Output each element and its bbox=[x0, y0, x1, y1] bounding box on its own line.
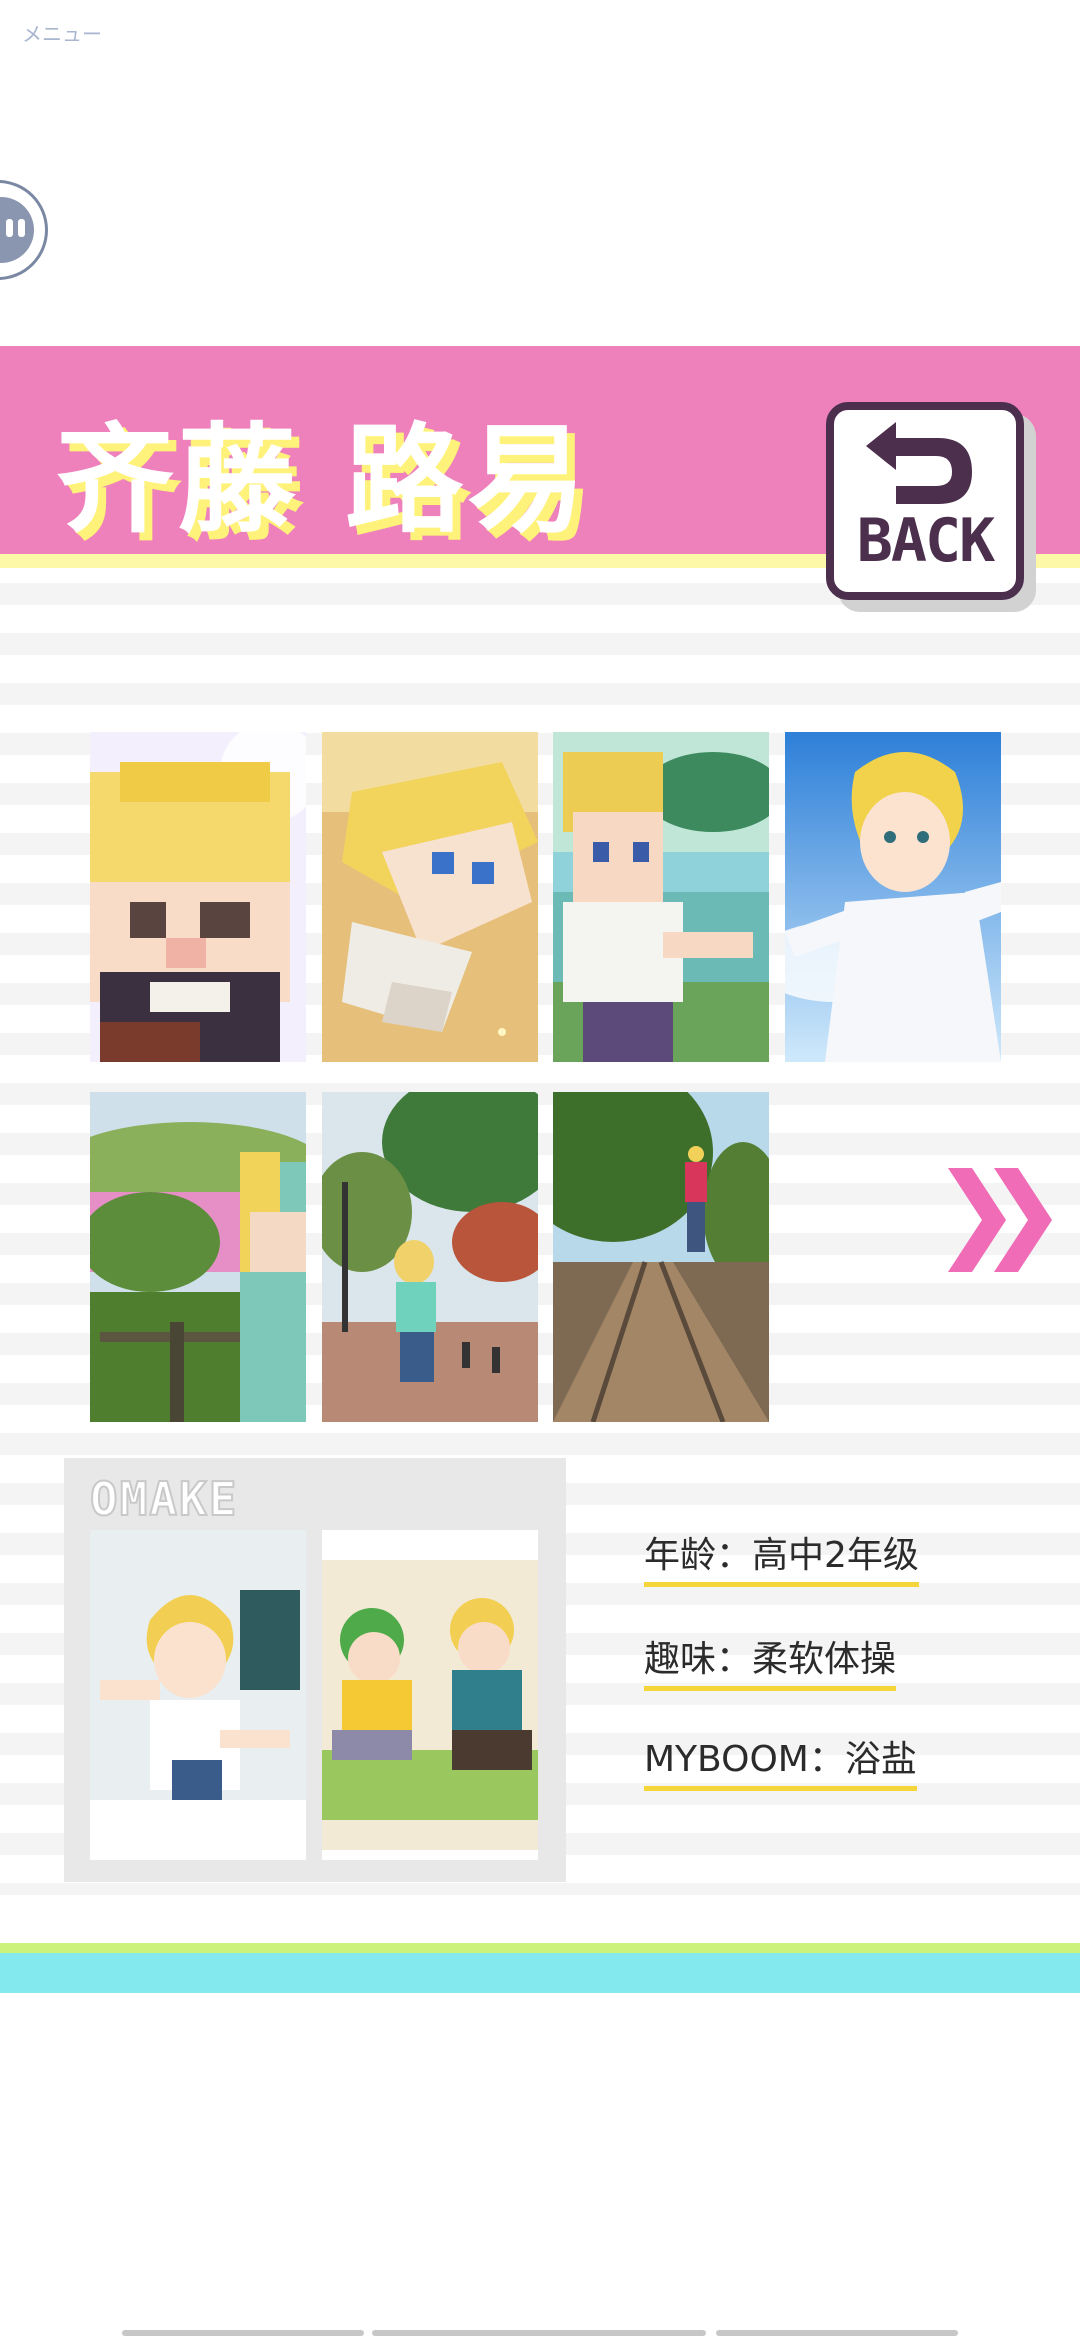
return-arrow-icon bbox=[866, 422, 972, 504]
scroll-indicator-3 bbox=[716, 2330, 958, 2336]
gallery-thumb-1[interactable] bbox=[90, 732, 306, 1062]
character-name: 齐藤 路易 bbox=[56, 411, 590, 549]
info-myboom: MYBOOM：浴盐 bbox=[644, 1730, 917, 1791]
scroll-indicator-2 bbox=[372, 2330, 706, 2336]
scroll-indicator-1 bbox=[122, 2330, 364, 2336]
info-age: 年龄：高中2年级 bbox=[644, 1526, 919, 1587]
info-hobby: 趣味：柔软体操 bbox=[644, 1630, 897, 1691]
gallery-thumb-4[interactable] bbox=[785, 732, 1001, 1062]
omake-panel: OMAKE bbox=[64, 1458, 566, 1882]
omake-card-2[interactable] bbox=[322, 1530, 538, 1860]
footer-accent-line bbox=[0, 1943, 1080, 1953]
footer-band bbox=[0, 1953, 1080, 1993]
gallery-thumb-3[interactable] bbox=[553, 732, 769, 1062]
drawer-handle-icon bbox=[0, 197, 34, 263]
back-button[interactable]: BACK bbox=[826, 402, 1036, 612]
gallery-thumb-2[interactable] bbox=[322, 732, 538, 1062]
info-age-text: 年龄：高中2年级 bbox=[644, 1526, 919, 1587]
omake-title: OMAKE bbox=[89, 1471, 239, 1527]
side-drawer-toggle[interactable] bbox=[0, 180, 48, 280]
next-page-arrow-icon[interactable] bbox=[948, 1168, 1060, 1272]
gallery-thumb-6[interactable] bbox=[322, 1092, 538, 1422]
omake-card-1[interactable] bbox=[90, 1530, 306, 1860]
menu-link[interactable]: メニュー bbox=[22, 18, 102, 47]
gallery-thumb-5[interactable] bbox=[90, 1092, 306, 1422]
info-hobby-text: 趣味：柔软体操 bbox=[644, 1630, 897, 1691]
info-myboom-text: MYBOOM：浴盐 bbox=[644, 1730, 917, 1791]
gallery-thumb-7[interactable] bbox=[553, 1092, 769, 1422]
back-label: BACK bbox=[856, 506, 996, 576]
